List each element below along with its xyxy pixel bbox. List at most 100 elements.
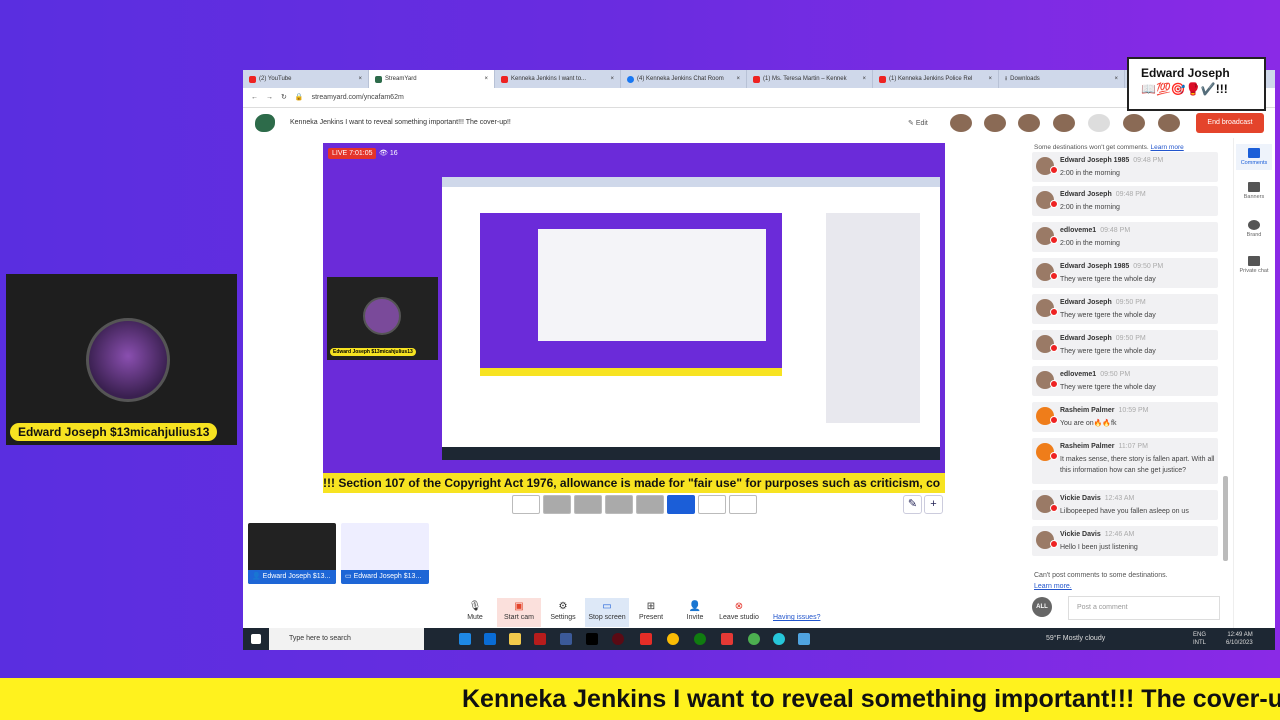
youtube-badge-icon (1050, 452, 1058, 460)
inner-webcam: Edward Joseph $13micahjulius13 (327, 277, 438, 360)
close-icon[interactable]: × (484, 70, 488, 88)
clock[interactable]: 12:49 AM 6/10/2023 (1226, 631, 1253, 647)
photos-icon[interactable] (798, 633, 810, 645)
add-user-icon: 👤 (688, 601, 702, 612)
destination-avatar[interactable] (1158, 114, 1180, 132)
destination-avatar[interactable] (950, 114, 972, 132)
forward-icon[interactable]: → (266, 94, 273, 101)
tab-youtube[interactable]: (2) YouTube × (243, 70, 369, 88)
tab-police[interactable]: (1) Kenneka Jenkins Police Rel × (873, 70, 999, 88)
close-icon[interactable]: × (610, 70, 614, 88)
facebook-icon[interactable] (560, 633, 572, 645)
learn-more-link[interactable]: Learn more (1151, 144, 1184, 151)
scrollbar[interactable] (1223, 476, 1228, 561)
layout-screen-pip[interactable] (698, 495, 726, 514)
end-broadcast-button[interactable]: End broadcast (1196, 113, 1264, 133)
edge-icon[interactable] (459, 633, 471, 645)
youtube-icon[interactable] (640, 633, 652, 645)
destination-avatar[interactable] (984, 114, 1006, 132)
windows-start-icon[interactable] (251, 634, 261, 644)
sidebar-item-private-chat[interactable]: Private chat (1236, 256, 1272, 274)
comment-author: Edward Joseph (1060, 335, 1112, 342)
destination-select[interactable]: ALL (1032, 597, 1052, 617)
participant-thumb-cam[interactable]: 👤 Edward Joseph $13... (248, 523, 336, 584)
layout-fullscreen[interactable] (729, 495, 757, 514)
comment-text: 2:00 in the morning (1060, 170, 1120, 177)
chrome-icon[interactable] (667, 633, 679, 645)
youtube-icon (879, 75, 886, 83)
close-icon[interactable]: × (1114, 70, 1118, 88)
tab-chat-room[interactable]: (4) Kenneka Jenkins Chat Room × (621, 70, 747, 88)
opera-icon[interactable] (612, 633, 624, 645)
shared-screen (442, 177, 940, 460)
invite-button[interactable]: 👤 Invite (673, 598, 717, 627)
tab-bar: (2) YouTube × StreamYard × Kenneka Jenkins… (243, 70, 1275, 88)
language-indicator[interactable]: ENG INTL (1193, 631, 1206, 647)
close-icon[interactable]: × (988, 70, 992, 88)
weather-widget[interactable]: 59°F Mostly cloudy (1046, 635, 1105, 642)
sidebar-item-banners[interactable]: Banners (1236, 182, 1272, 200)
avatar (86, 318, 170, 402)
tab-teresa[interactable]: (1) Ms. Teresa Martin – Kennek × (747, 70, 873, 88)
mute-button[interactable]: 🎙 Mute (453, 598, 497, 627)
destination-avatar[interactable] (1088, 114, 1110, 132)
app-icon[interactable] (534, 633, 546, 645)
file-explorer-icon[interactable] (509, 633, 521, 645)
tab-kenneka[interactable]: Kenneka Jenkins I want to... × (495, 70, 621, 88)
comment-item: Edward Joseph 09:50 PM They were tgere the… (1032, 294, 1218, 324)
comment-icon (1248, 148, 1260, 158)
destination-avatar[interactable] (1018, 114, 1040, 132)
destination-avatar[interactable] (1123, 114, 1145, 132)
duck-logo (255, 114, 275, 132)
close-icon[interactable]: × (736, 70, 740, 88)
inner-nested-screen (538, 229, 766, 341)
layout-leader[interactable] (605, 495, 633, 514)
name-tag: Edward Joseph $13micahjulius13 (10, 423, 218, 441)
pencil-icon[interactable]: ✎ (903, 495, 922, 514)
taskbar-search[interactable]: Type here to search (269, 628, 424, 650)
comment-time: 11:07 PM (1118, 443, 1148, 450)
app-icon[interactable] (773, 633, 785, 645)
close-icon[interactable]: × (358, 70, 362, 88)
layout-group[interactable] (543, 495, 571, 514)
tab-streamyard[interactable]: StreamYard × (369, 70, 495, 88)
layout-sidebar[interactable] (636, 495, 664, 514)
layout-solo[interactable] (512, 495, 540, 514)
stop-screen-button[interactable]: ▭ Stop screen (585, 598, 629, 627)
participant-thumb-screen[interactable]: ▭ Edward Joseph $13... (341, 523, 429, 584)
xbox-icon[interactable] (694, 633, 706, 645)
comment-author: edloveme1 (1060, 227, 1097, 234)
tab-downloads[interactable]: ⭳ Downloads × (999, 70, 1125, 88)
app-icon[interactable] (721, 633, 733, 645)
destination-avatar[interactable] (1053, 114, 1075, 132)
sidebar-item-brand[interactable]: Brand (1236, 220, 1272, 238)
comment-item: edloveme1 09:48 PM 2:00 in the morning (1032, 222, 1218, 252)
comment-text: They were tgere the whole day (1060, 348, 1156, 355)
broadcast-title[interactable]: Kenneka Jenkins I want to reveal somethi… (290, 119, 511, 126)
reload-icon[interactable]: ↻ (281, 94, 287, 101)
comment-item: Vickie Davis 12:43 AM Lilbopeeped have you… (1032, 490, 1218, 520)
chrome-profile-icon[interactable] (748, 633, 760, 645)
tiktok-icon[interactable] (586, 633, 598, 645)
learn-more-link[interactable]: Learn more. (1034, 583, 1072, 590)
settings-button[interactable]: ⚙ Settings (541, 598, 585, 627)
present-button[interactable]: ⊞ Present (629, 598, 673, 627)
comment-author: edloveme1 (1060, 371, 1097, 378)
layout-screen-sidebar[interactable] (667, 495, 695, 514)
start-cam-button[interactable]: ▣ Start cam (497, 598, 541, 627)
scrolling-banner: !!! Section 107 of the Copyright Act 197… (323, 473, 945, 493)
layout-split[interactable] (574, 495, 602, 514)
comment-input[interactable]: Post a comment (1068, 596, 1220, 620)
address-bar[interactable]: ← → ↻ 🔒 streamyard.com/yncafam62m (243, 88, 1275, 108)
plus-icon[interactable]: + (924, 495, 943, 514)
comment-item: Rasheim Palmer 10:59 PM You are on🔥🔥fk (1032, 402, 1218, 432)
mail-icon[interactable] (484, 633, 496, 645)
youtube-icon (249, 75, 256, 83)
having-issues-link[interactable]: Having issues? (773, 614, 820, 621)
sidebar-item-comments[interactable]: Comments (1236, 144, 1272, 170)
close-icon[interactable]: × (862, 70, 866, 88)
edit-button[interactable]: ✎ Edit (908, 119, 928, 127)
url[interactable]: streamyard.com/yncafam62m (312, 94, 404, 101)
leave-studio-button[interactable]: ⊗ Leave studio (717, 598, 761, 627)
back-icon[interactable]: ← (251, 94, 258, 101)
